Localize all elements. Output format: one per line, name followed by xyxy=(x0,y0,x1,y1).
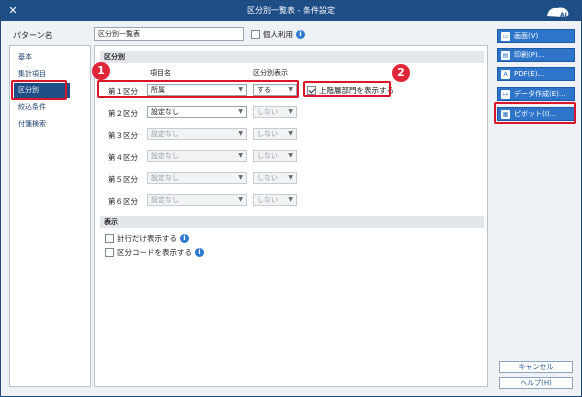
condition-settings-window: ✕ 区分別一覧表 - 条件設定 AI パターン名 区分別一覧表 個人利用 i 基… xyxy=(0,0,582,397)
column-category-display: 区分別表示 xyxy=(253,69,288,77)
chevron-down-icon: ▼ xyxy=(238,108,243,115)
category-code-checkbox[interactable]: 区分コードを表示する i xyxy=(105,247,204,258)
chevron-down-icon: ▼ xyxy=(288,152,293,159)
info-icon[interactable]: i xyxy=(195,248,204,257)
info-icon[interactable]: i xyxy=(296,30,305,39)
column-item-name: 項目名 xyxy=(150,69,171,77)
sidebar-item-sticky-search[interactable]: 付箋検索 xyxy=(18,119,46,129)
printer-icon: ▤ xyxy=(501,50,510,60)
total-only-checkbox[interactable]: 計行だけ表示する i xyxy=(105,233,189,244)
cancel-button[interactable]: キャンセル xyxy=(499,361,573,373)
display-select-6: しない ▼ xyxy=(253,194,297,206)
highlight-upper-department xyxy=(303,81,391,97)
personal-use-check[interactable] xyxy=(251,30,260,39)
category-code-check[interactable] xyxy=(105,248,114,257)
chevron-down-icon: ▼ xyxy=(288,196,293,203)
total-only-label: 計行だけ表示する xyxy=(117,234,177,243)
section-display-title: 表示 xyxy=(100,216,484,228)
item-select-3: 設定なし ▼ xyxy=(147,128,247,140)
callout-badge-1: 1 xyxy=(92,62,110,80)
item-select-5: 設定なし ▼ xyxy=(147,172,247,184)
row-label-6: 第６区分 xyxy=(108,197,138,206)
row-label-5: 第５区分 xyxy=(108,175,138,184)
display-select-4: しない ▼ xyxy=(253,150,297,162)
highlight-pivot-button xyxy=(494,102,576,124)
help-button[interactable]: ヘルプ(H) xyxy=(499,377,573,389)
display-select-2: しない ▼ xyxy=(253,106,297,118)
category-code-label: 区分コードを表示する xyxy=(117,248,192,257)
print-button[interactable]: ▤ 印刷(P)... xyxy=(497,48,575,62)
pattern-name-label: パターン名 xyxy=(13,31,53,40)
section-category-title: 区分別 xyxy=(100,51,484,63)
sidebar-item-basic[interactable]: 基本 xyxy=(18,52,32,62)
export-icon: ↦ xyxy=(501,89,510,99)
display-select-3: しない ▼ xyxy=(253,128,297,140)
row-label-2: 第２区分 xyxy=(108,109,138,118)
highlight-first-category-row xyxy=(97,80,299,98)
row-label-3: 第３区分 xyxy=(108,131,138,140)
chevron-down-icon: ▼ xyxy=(238,196,243,203)
row-label-4: 第４区分 xyxy=(108,153,138,162)
item-select-6: 設定なし ▼ xyxy=(147,194,247,206)
chevron-down-icon: ▼ xyxy=(288,174,293,181)
chevron-down-icon: ▼ xyxy=(288,130,293,137)
item-select-2[interactable]: 設定なし ▼ xyxy=(147,106,247,118)
pattern-name-input[interactable]: 区分別一覧表 xyxy=(94,27,244,41)
pdf-button[interactable]: A PDF(E)... xyxy=(497,67,575,81)
display-select-5: しない ▼ xyxy=(253,172,297,184)
chevron-down-icon: ▼ xyxy=(238,130,243,137)
title-bar: ✕ 区分別一覧表 - 条件設定 AI xyxy=(1,1,581,21)
screen-button[interactable]: ▭ 画面(V) xyxy=(497,29,575,43)
chevron-down-icon: ▼ xyxy=(238,174,243,181)
data-create-button[interactable]: ↦ データ作成(E)... xyxy=(497,87,575,101)
sidebar-item-filter[interactable]: 絞込条件 xyxy=(18,102,46,112)
personal-use-checkbox[interactable]: 個人利用 i xyxy=(251,29,305,40)
highlight-sidebar-category xyxy=(11,80,67,100)
sidebar-item-aggregate[interactable]: 集計項目 xyxy=(18,69,46,79)
chevron-down-icon: ▼ xyxy=(238,152,243,159)
total-only-check[interactable] xyxy=(105,234,114,243)
personal-use-label: 個人利用 xyxy=(263,30,293,39)
callout-badge-2: 2 xyxy=(392,64,410,82)
svg-text:AI: AI xyxy=(560,12,567,19)
item-select-4: 設定なし ▼ xyxy=(147,150,247,162)
info-icon[interactable]: i xyxy=(180,234,189,243)
chevron-down-icon: ▼ xyxy=(288,108,293,115)
screen-icon: ▭ xyxy=(501,31,510,41)
pdf-icon: A xyxy=(501,69,510,79)
window-title: 区分別一覧表 - 条件設定 xyxy=(247,6,335,15)
app-logo-icon: AI xyxy=(547,7,569,19)
